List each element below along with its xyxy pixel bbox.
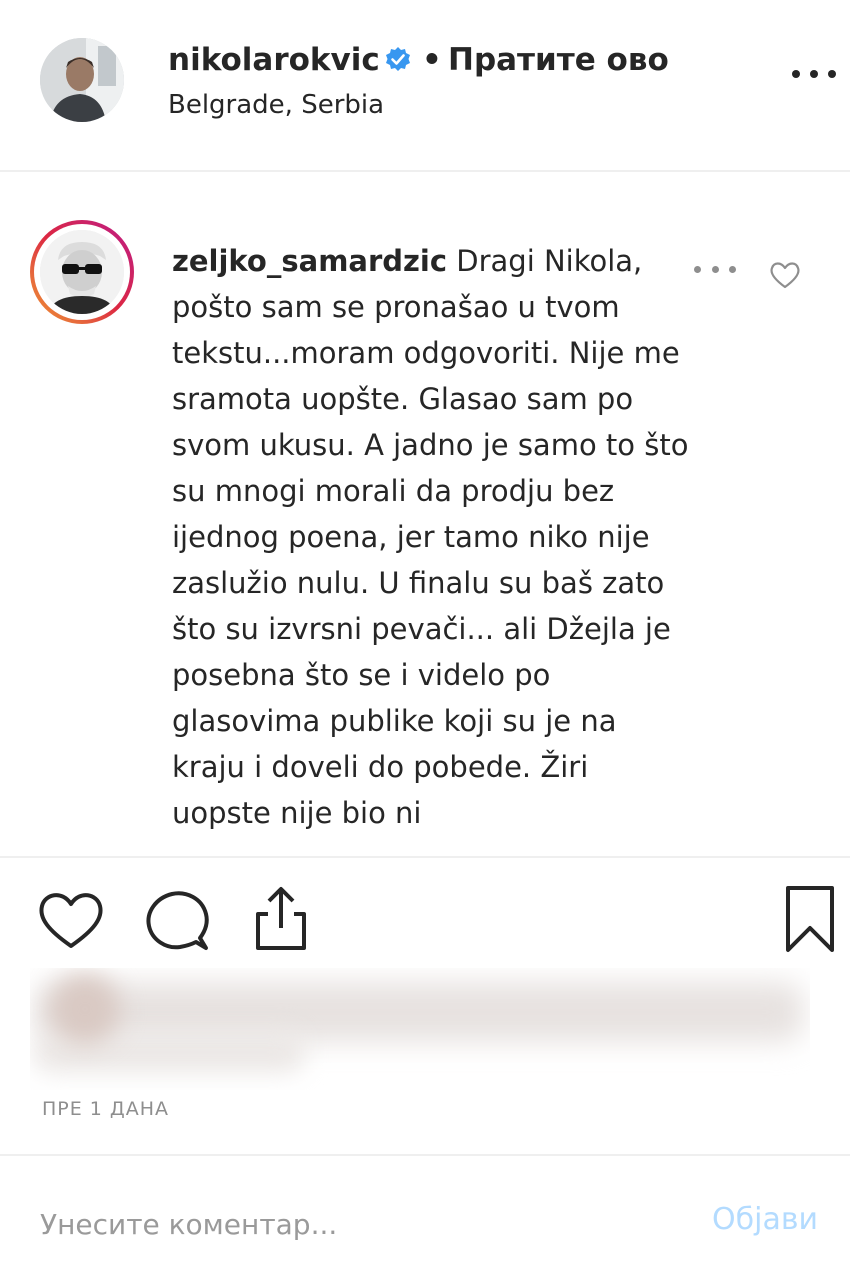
comment-more-icon[interactable] (694, 266, 736, 276)
comment-input[interactable] (40, 1204, 680, 1244)
likes-summary-blurred (30, 968, 810, 1090)
verified-badge-icon (386, 47, 410, 71)
post-actions (0, 860, 850, 960)
commenter-username[interactable]: zeljko_samardzic (172, 244, 447, 278)
commenter-avatar[interactable] (30, 220, 134, 324)
post-timestamp: ПРЕ 1 ДАНА (42, 1098, 170, 1120)
heart-icon[interactable] (36, 888, 106, 952)
post-location[interactable]: Belgrade, Serbia (168, 90, 384, 120)
comment-text: Dragi Nikola, pošto sam se pronašao u tv… (172, 244, 689, 830)
author-avatar[interactable] (40, 38, 124, 122)
header-separator: • (422, 42, 442, 78)
post-comment-button[interactable]: Објави (712, 1202, 818, 1237)
caption-comment: zeljko_samardzic Dragi Nikola, pošto sam… (0, 174, 850, 858)
bookmark-icon[interactable] (782, 884, 838, 954)
comment-icon[interactable] (142, 888, 212, 954)
more-options-icon[interactable] (792, 62, 836, 86)
comment-body: zeljko_samardzic Dragi Nikola, pošto sam… (172, 238, 692, 836)
heart-icon[interactable] (768, 258, 802, 292)
post-header: nikolarokvic • Пратите ово Belgrade, Ser… (0, 0, 850, 172)
author-username[interactable]: nikolarokvic (168, 42, 380, 78)
comment-form: Објави (0, 1154, 850, 1276)
follow-button[interactable]: Пратите ово (448, 42, 669, 78)
share-icon[interactable] (248, 884, 314, 954)
